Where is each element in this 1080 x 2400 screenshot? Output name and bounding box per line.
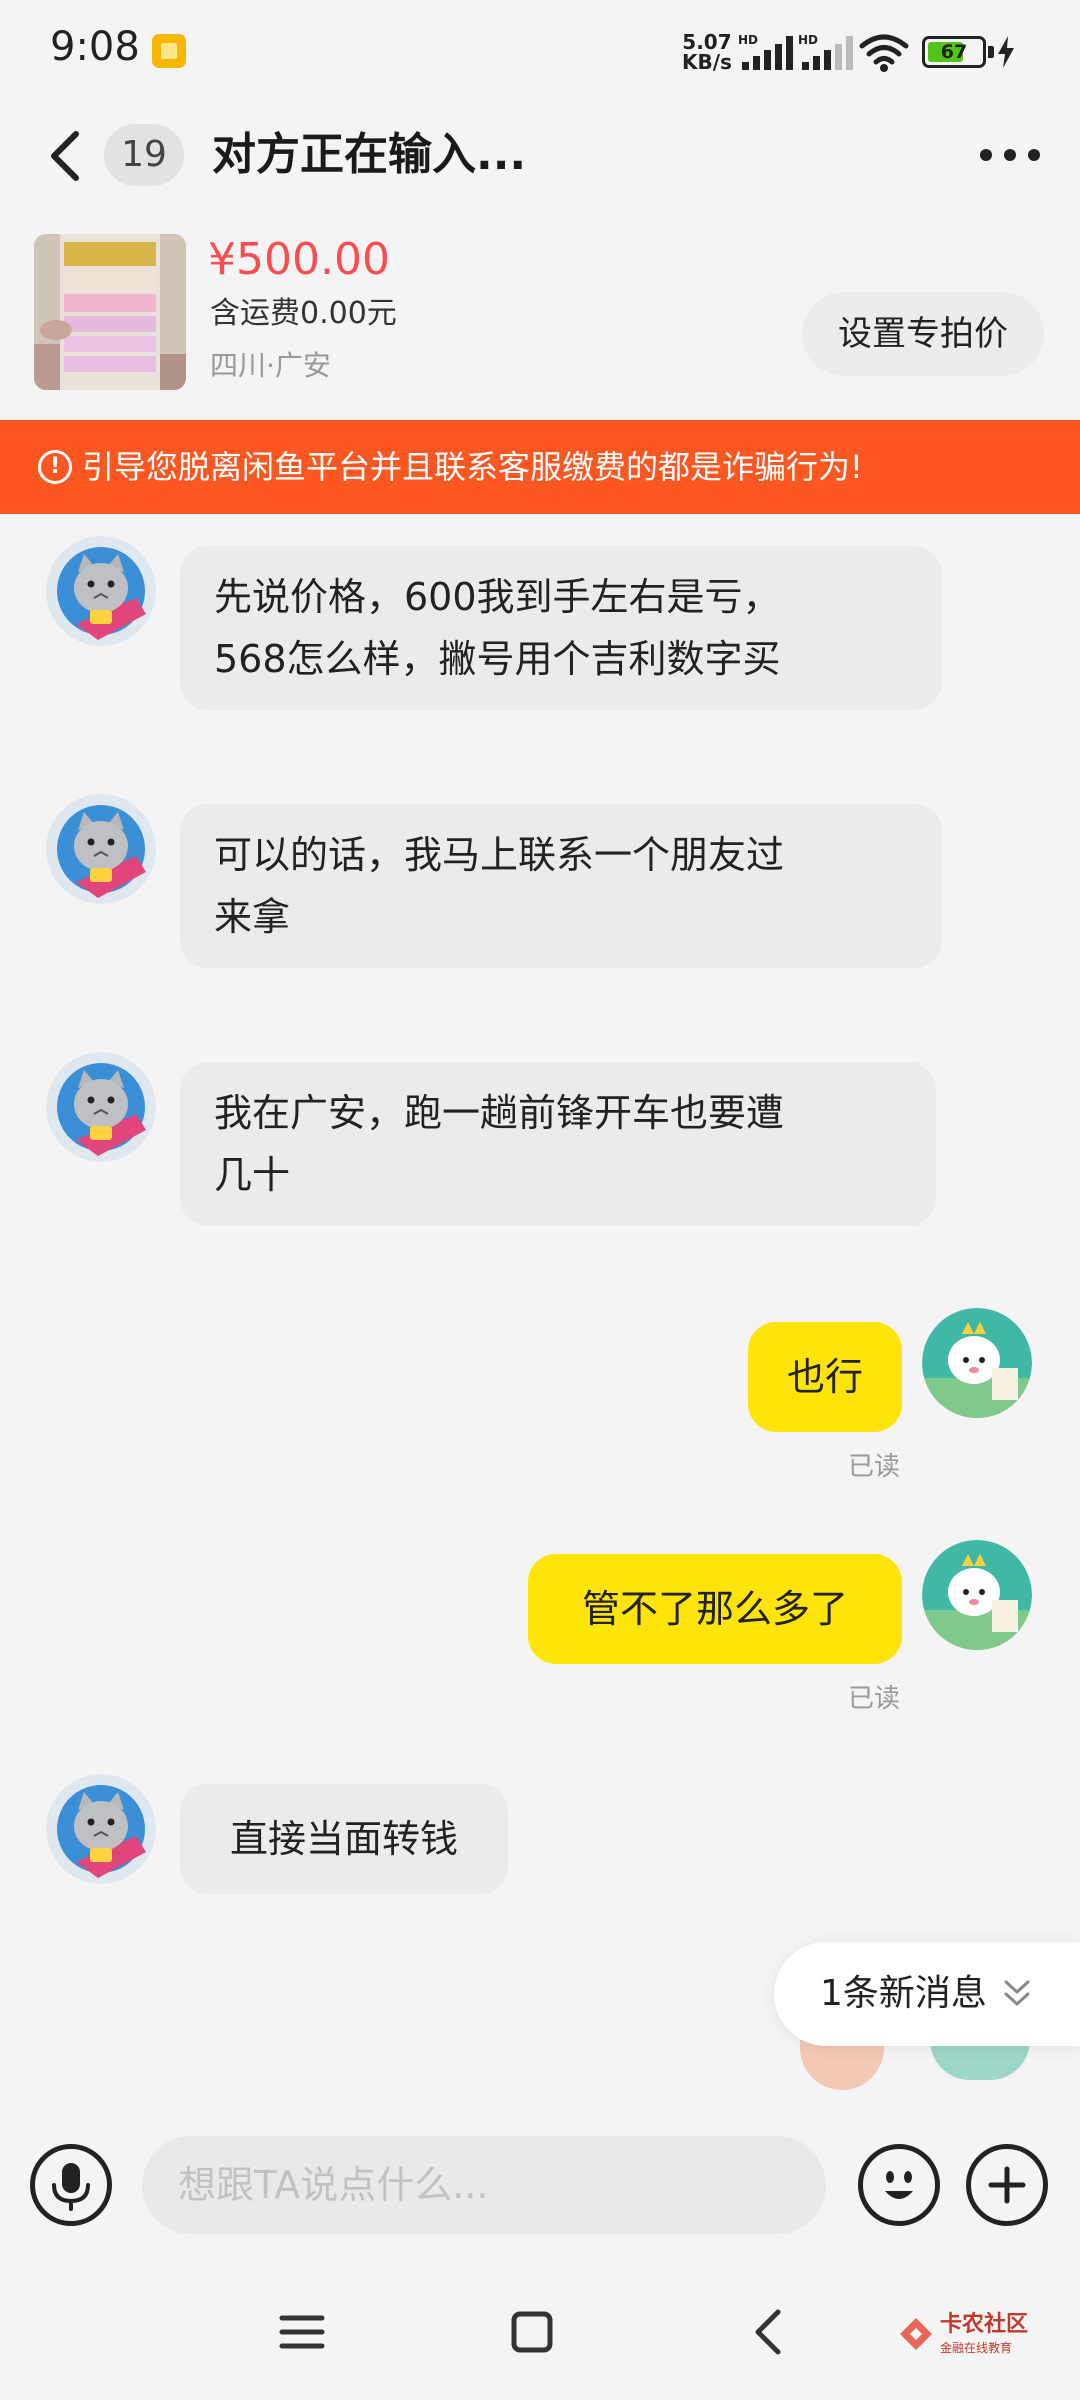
- double-chevron-down-icon: [1004, 1980, 1030, 2006]
- message-bubble-outgoing[interactable]: 管不了那么多了: [528, 1554, 902, 1664]
- product-location: 四川·广安: [210, 349, 331, 382]
- other-user-avatar[interactable]: [46, 1774, 156, 1884]
- nav-back-icon[interactable]: [738, 2300, 802, 2364]
- back-arrow-icon[interactable]: [40, 116, 100, 196]
- my-avatar[interactable]: [922, 1540, 1032, 1650]
- status-time: 9:08: [50, 24, 140, 70]
- warning-icon: !: [38, 450, 72, 484]
- battery-level: 67: [940, 41, 968, 63]
- cellular-signal-icon: HD: [738, 33, 793, 70]
- message-bubble-outgoing[interactable]: 也行: [748, 1322, 902, 1432]
- network-speed-unit: KB/s: [682, 50, 732, 74]
- unread-count-badge[interactable]: 19: [104, 124, 184, 186]
- watermark-logo-icon: [900, 2318, 932, 2350]
- other-user-avatar[interactable]: [46, 794, 156, 904]
- status-bar: 9:08 5.07 KB/s HD HD 67: [0, 0, 1080, 100]
- product-price: ¥500.00: [208, 234, 390, 285]
- cellular-signal-icon: HD: [798, 33, 853, 70]
- message-bubble-incoming[interactable]: 先说价格，600我到手左右是亏， 568怎么样，撇号用个吉利数字买: [180, 546, 942, 710]
- message-bubble-incoming[interactable]: 我在广安，跑一趟前锋开车也要遭 几十: [180, 1062, 936, 1226]
- fraud-warning-banner: ! 引导您脱离闲鱼平台并且联系客服缴费的都是诈骗行为!: [0, 420, 1080, 514]
- wifi-icon: [859, 34, 909, 72]
- battery-cap: [988, 46, 994, 58]
- network-speed: 5.07 KB/s: [682, 32, 732, 72]
- message-line: 来拿: [214, 895, 291, 939]
- new-message-pill[interactable]: 1条新消息: [774, 1942, 1080, 2046]
- read-receipt: 已读: [848, 1452, 901, 1482]
- partial-message-sticker: [800, 2040, 884, 2090]
- message-line: 我在广安，跑一趟前锋开车也要遭: [214, 1091, 785, 1135]
- emoji-icon: [885, 2171, 913, 2199]
- chat-header: 19 对方正在输入...: [0, 100, 1080, 210]
- more-options-icon[interactable]: [970, 122, 1050, 188]
- message-line: 568怎么样，撇号用个吉利数字买: [214, 637, 781, 681]
- message-bubble-incoming[interactable]: 直接当面转钱: [180, 1784, 508, 1894]
- read-receipt: 已读: [848, 1684, 901, 1714]
- my-avatar[interactable]: [922, 1308, 1032, 1418]
- voice-input-button[interactable]: [30, 2144, 112, 2226]
- message-line: 先说价格，600我到手左右是亏，: [214, 575, 781, 619]
- watermark-subtitle: 金融在线教育: [940, 2341, 1013, 2355]
- network-speed-value: 5.07: [682, 30, 732, 54]
- message-bubble-incoming[interactable]: 可以的话，我马上联系一个朋友过 来拿: [180, 804, 942, 968]
- plus-button[interactable]: [966, 2144, 1048, 2226]
- chat-title: 对方正在输入...: [212, 129, 527, 180]
- signal-hd-label: HD: [738, 33, 758, 47]
- watermark: 卡农社区 金融在线教育: [896, 2308, 1066, 2368]
- message-line: 可以的话，我马上联系一个朋友过: [214, 833, 785, 877]
- product-thumbnail[interactable]: [34, 234, 186, 390]
- input-bar: [0, 2112, 1080, 2272]
- emoji-button[interactable]: [858, 2144, 940, 2226]
- plus-icon: [988, 2166, 1026, 2204]
- new-message-label: 1条新消息: [820, 1973, 987, 2014]
- product-card[interactable]: ¥500.00 含运费0.00元 四川·广安 设置专拍价: [0, 210, 1080, 420]
- message-input[interactable]: [142, 2136, 826, 2234]
- signal-hd-label: HD: [798, 33, 818, 47]
- battery-indicator: 67: [922, 36, 986, 68]
- watermark-title: 卡农社区: [940, 2312, 1029, 2337]
- product-shipping: 含运费0.00元: [210, 296, 397, 331]
- warning-text: 引导您脱离闲鱼平台并且联系客服缴费的都是诈骗行为!: [82, 448, 863, 486]
- partial-my-avatar: [930, 2040, 1030, 2080]
- other-user-avatar[interactable]: [46, 536, 156, 646]
- notification-app-icon: [152, 34, 186, 68]
- microphone-icon: [52, 2163, 90, 2211]
- charging-bolt-icon: [998, 36, 1014, 68]
- set-special-price-button[interactable]: 设置专拍价: [802, 292, 1044, 376]
- other-user-avatar[interactable]: [46, 1052, 156, 1162]
- message-line: 几十: [214, 1153, 291, 1197]
- menu-icon[interactable]: [270, 2300, 334, 2364]
- home-square-icon[interactable]: [500, 2300, 564, 2364]
- system-nav-bar: 卡农社区 金融在线教育: [0, 2272, 1080, 2400]
